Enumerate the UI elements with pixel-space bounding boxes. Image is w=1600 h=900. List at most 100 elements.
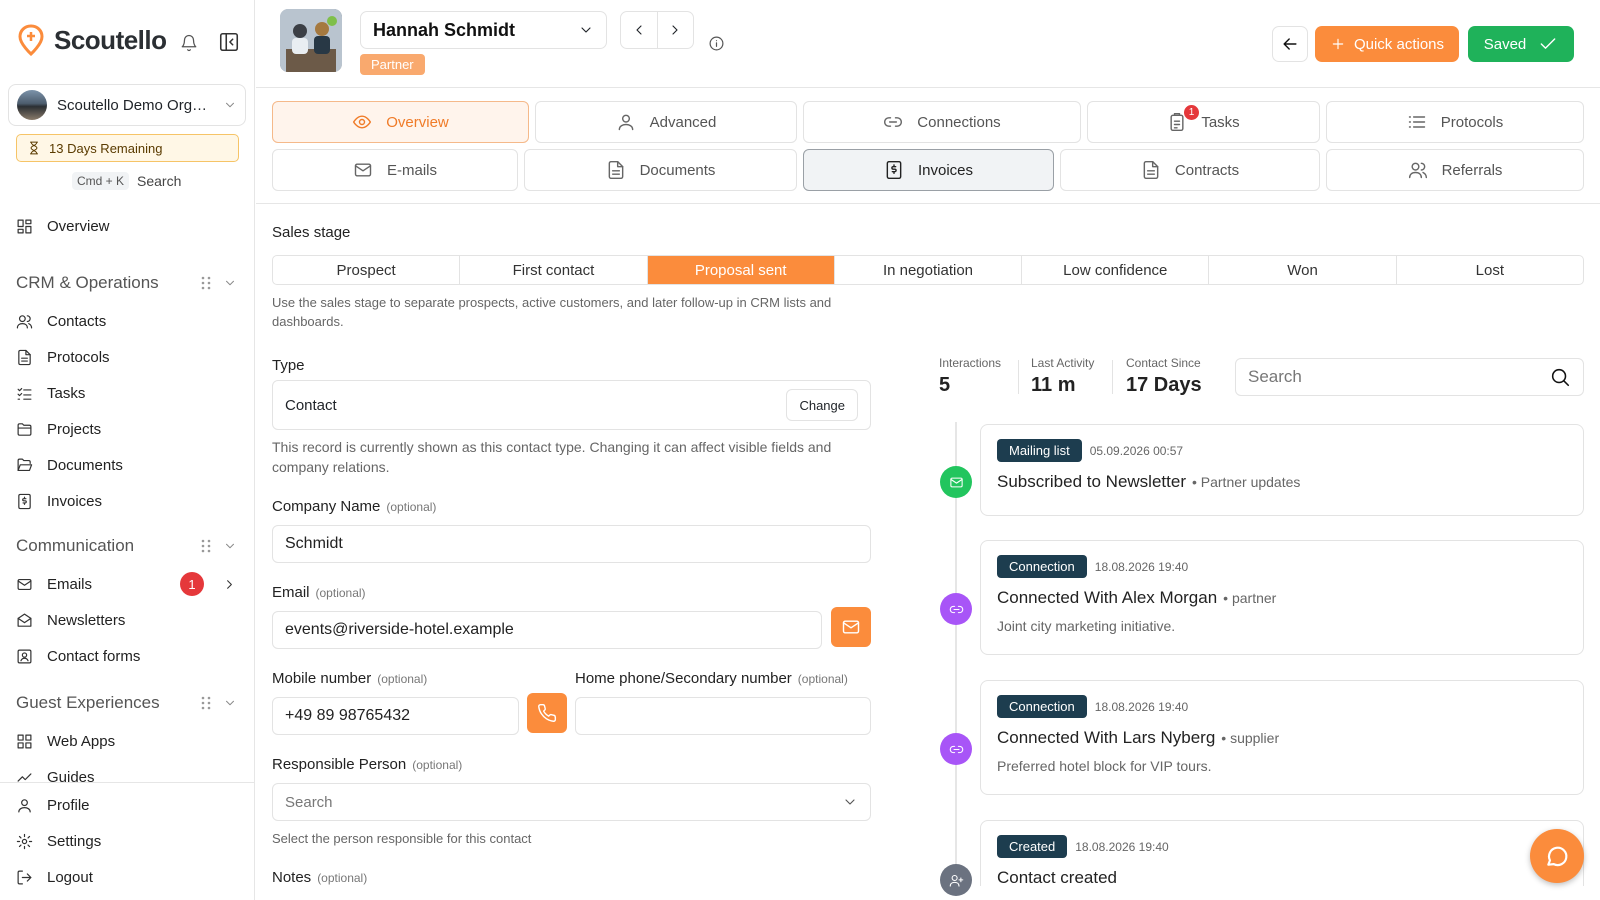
email-input[interactable]: events@riverside-hotel.example [272, 611, 822, 649]
task-list-icon [16, 385, 33, 402]
activity-card[interactable]: Mailing list 05.09.2026 00:57 Subscribed … [980, 424, 1584, 516]
activity-card[interactable]: Created 18.08.2026 19:40 Contact created [980, 820, 1584, 886]
stage-lost[interactable]: Lost [1397, 256, 1583, 284]
previous-record-button[interactable] [621, 12, 658, 48]
dashboard-icon [16, 218, 33, 235]
sidebar-item-label: Documents [47, 456, 123, 474]
quick-actions-button[interactable]: Quick actions [1315, 26, 1459, 62]
shortcut-hint: Cmd + K [72, 172, 130, 190]
home-phone-label: Home phone/Secondary number (optional) [575, 670, 848, 687]
activity-card[interactable]: Connection 18.08.2026 19:40 Connected Wit… [980, 680, 1584, 795]
chevron-right-icon[interactable] [222, 577, 237, 592]
next-record-button[interactable] [658, 12, 694, 48]
sidebar-item-label: Logout [47, 868, 93, 886]
section-header-crm[interactable]: CRM & Operations [0, 263, 255, 303]
mobile-label: Mobile number (optional) [272, 670, 428, 687]
sidebar-collapse-icon[interactable] [218, 31, 240, 53]
chevron-down-icon[interactable] [223, 539, 237, 553]
sidebar-item-invoices[interactable]: Invoices [0, 483, 255, 519]
stage-first-contact[interactable]: First contact [460, 256, 648, 284]
tab-documents[interactable]: Documents [524, 149, 797, 191]
activity-tag: Connection [997, 555, 1087, 578]
sidebar-item-overview[interactable]: Overview [0, 208, 255, 244]
activity-subtitle: • partner [1223, 590, 1277, 606]
info-icon[interactable] [708, 35, 725, 52]
grid-icon [16, 733, 33, 750]
tab-invoices[interactable]: Invoices [803, 149, 1054, 191]
drag-handle-icon[interactable] [201, 539, 211, 553]
sales-stage-selector: Prospect First contact Proposal sent In … [272, 255, 1584, 285]
chat-button[interactable] [1530, 829, 1584, 883]
stage-proposal-sent[interactable]: Proposal sent [647, 256, 835, 284]
call-button[interactable] [527, 693, 567, 733]
drag-handle-icon[interactable] [201, 276, 211, 290]
send-email-button[interactable] [831, 607, 871, 647]
responsible-select[interactable]: Search [272, 783, 871, 821]
brand[interactable]: Scoutello [18, 24, 167, 56]
sidebar-item-label: Protocols [47, 348, 110, 366]
org-name: Scoutello Demo Org… [57, 96, 208, 114]
tab-overview[interactable]: Overview [272, 101, 529, 143]
sidebar-item-tasks[interactable]: Tasks [0, 375, 255, 411]
sidebar-item-contacts[interactable]: Contacts [0, 303, 255, 339]
sidebar-item-documents[interactable]: Documents [0, 447, 255, 483]
activity-title: Subscribed to Newsletter [997, 472, 1186, 491]
sidebar-item-profile[interactable]: Profile [0, 787, 255, 823]
stage-low-confidence[interactable]: Low confidence [1022, 256, 1210, 284]
sidebar-item-newsletters[interactable]: Newsletters [0, 602, 255, 638]
org-switcher[interactable]: Scoutello Demo Org… [8, 84, 246, 126]
responsible-placeholder: Search [285, 793, 333, 811]
tab-label: Overview [386, 113, 449, 131]
home-phone-input[interactable] [575, 697, 871, 735]
command-search[interactable]: Cmd + K Search [72, 172, 181, 190]
back-button[interactable] [1272, 26, 1308, 62]
sidebar-item-guides[interactable]: Guides [0, 759, 255, 782]
sidebar-nav-top: Overview [0, 208, 255, 244]
activity-date: 18.08.2026 19:40 [1094, 700, 1189, 714]
contact-photo[interactable] [280, 9, 342, 72]
type-label: Type [272, 357, 305, 374]
sidebar-item-projects[interactable]: Projects [0, 411, 255, 447]
stage-in-negotiation[interactable]: In negotiation [835, 256, 1023, 284]
sidebar-bottom: Profile Settings Logout [0, 782, 255, 895]
file-icon [1141, 160, 1161, 180]
activity-tag: Created [997, 835, 1068, 858]
sidebar-item-protocols[interactable]: Protocols [0, 339, 255, 375]
org-avatar [17, 90, 47, 120]
search-icon[interactable] [1549, 366, 1571, 388]
change-type-button[interactable]: Change [786, 389, 858, 421]
stage-prospect[interactable]: Prospect [273, 256, 461, 284]
chevron-down-icon[interactable] [223, 696, 237, 710]
bell-icon[interactable] [180, 34, 198, 52]
sidebar-item-emails[interactable]: Emails 1 [0, 566, 255, 602]
section-header-guest[interactable]: Guest Experiences [0, 683, 255, 723]
contact-name: Hannah Schmidt [373, 19, 516, 40]
activity-search-input[interactable]: Search [1235, 358, 1584, 396]
drag-handle-icon[interactable] [201, 696, 211, 710]
sidebar-item-contact-forms[interactable]: Contact forms [0, 638, 255, 674]
sidebar-item-settings[interactable]: Settings [0, 823, 255, 859]
contact-selector[interactable]: Hannah Schmidt [360, 11, 607, 49]
tab-referrals[interactable]: Referrals [1326, 149, 1584, 191]
contact-header: Hannah Schmidt Partner Quick actions Sav… [256, 0, 1600, 88]
tab-tasks[interactable]: 1 Tasks [1087, 101, 1320, 143]
tab-emails[interactable]: E-mails [272, 149, 518, 191]
tab-advanced[interactable]: Advanced [535, 101, 797, 143]
mobile-input[interactable]: +49 89 98765432 [272, 697, 519, 735]
company-name-input[interactable]: Schmidt [272, 525, 871, 563]
activity-card[interactable]: Connection 18.08.2026 19:40 Connected Wit… [980, 540, 1584, 655]
tab-connections[interactable]: Connections [803, 101, 1081, 143]
phone-icon [537, 703, 557, 723]
section-header-communication[interactable]: Communication [0, 526, 255, 566]
tab-contracts[interactable]: Contracts [1060, 149, 1320, 191]
tab-protocols[interactable]: Protocols [1326, 101, 1584, 143]
tab-label: Contracts [1174, 161, 1240, 179]
trial-banner[interactable]: 13 Days Remaining [16, 134, 239, 162]
stat-divider [1018, 360, 1019, 394]
chevron-down-icon[interactable] [223, 276, 237, 290]
sidebar-item-logout[interactable]: Logout [0, 859, 255, 895]
stage-won[interactable]: Won [1209, 256, 1397, 284]
saved-button[interactable]: Saved [1468, 26, 1574, 62]
activity-tag: Connection [997, 695, 1087, 718]
sidebar-item-web-apps[interactable]: Web Apps [0, 723, 255, 759]
